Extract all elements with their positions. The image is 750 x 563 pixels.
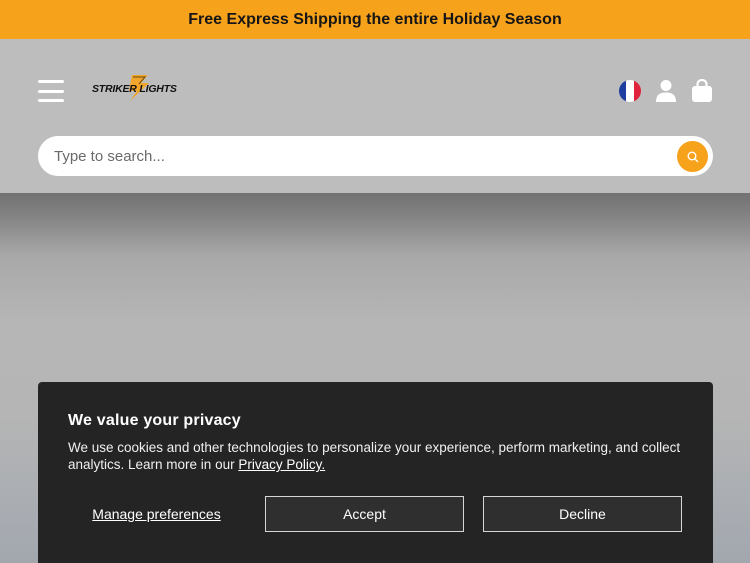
cookie-body-text: We use cookies and other technologies to… <box>68 440 681 472</box>
manage-preferences-link[interactable]: Manage preferences <box>68 496 245 532</box>
cookie-description: We use cookies and other technologies to… <box>68 439 688 473</box>
user-icon[interactable] <box>655 79 677 103</box>
shopping-bag-icon[interactable] <box>691 78 713 103</box>
announcement-bar: Free Express Shipping the entire Holiday… <box>0 0 750 39</box>
cookie-title: We value your privacy <box>68 412 241 429</box>
accept-button[interactable]: Accept <box>265 496 464 532</box>
privacy-policy-link[interactable]: Privacy Policy. <box>238 457 325 472</box>
search-icon <box>687 151 698 162</box>
decline-button[interactable]: Decline <box>483 496 682 532</box>
announcement-text: Free Express Shipping the entire Holiday… <box>188 10 562 28</box>
search-bar <box>38 136 713 176</box>
france-flag-icon[interactable] <box>619 80 641 102</box>
site-logo[interactable]: STRIKER LIGHTS <box>92 74 184 102</box>
logo-text: STRIKER LIGHTS <box>92 83 177 95</box>
search-input[interactable] <box>54 136 654 176</box>
cookie-consent-banner: We value your privacy We use cookies and… <box>38 382 713 563</box>
search-button[interactable] <box>677 141 708 172</box>
hamburger-menu-icon[interactable] <box>38 80 64 102</box>
